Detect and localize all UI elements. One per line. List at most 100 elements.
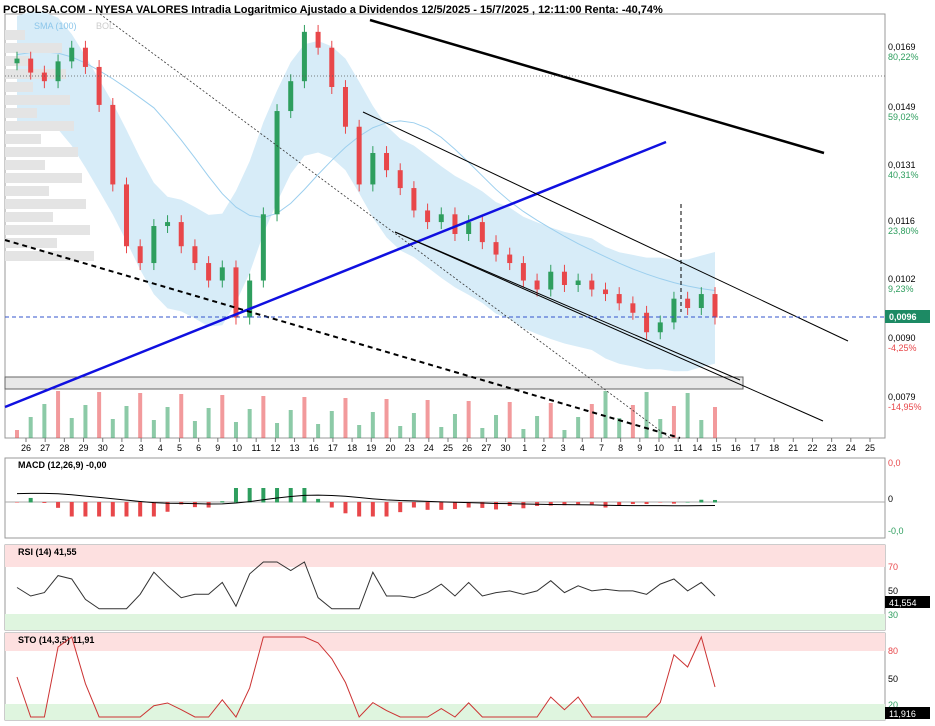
candle-body bbox=[356, 126, 362, 185]
volume-bar bbox=[83, 405, 88, 438]
macd-histogram-bar bbox=[110, 502, 115, 517]
pct-tick-label: -4,25% bbox=[888, 343, 917, 353]
volume-profile-bar bbox=[5, 134, 41, 144]
macd-histogram-bar bbox=[69, 502, 74, 517]
x-tick-label: 7 bbox=[599, 443, 604, 453]
pct-tick-label: 23,80% bbox=[888, 226, 919, 236]
volume-bar bbox=[699, 420, 704, 438]
candle-body bbox=[137, 246, 143, 264]
x-tick-label: 2 bbox=[541, 443, 546, 453]
candle-body bbox=[589, 280, 595, 290]
volume-bar bbox=[28, 417, 33, 438]
candle-body bbox=[685, 298, 691, 309]
rsi-tick-label: 70 bbox=[888, 562, 898, 572]
candle-body bbox=[96, 66, 102, 105]
macd-histogram-bar bbox=[247, 488, 252, 503]
macd-tick-label: -0,0 bbox=[888, 526, 904, 536]
pct-tick-label: 80,22% bbox=[888, 52, 919, 62]
macd-histogram-bar bbox=[685, 501, 690, 503]
x-tick-label: 26 bbox=[21, 443, 31, 453]
macd-histogram-bar bbox=[343, 502, 348, 514]
volume-bar bbox=[288, 410, 293, 438]
x-tick-label: 16 bbox=[309, 443, 319, 453]
volume-bar bbox=[206, 408, 211, 438]
candle-body bbox=[301, 31, 307, 82]
volume-bar bbox=[562, 430, 567, 438]
volume-bar bbox=[535, 416, 540, 438]
volume-profile-bar bbox=[5, 121, 74, 131]
x-tick-label: 12 bbox=[270, 443, 280, 453]
volume-bar bbox=[357, 425, 362, 438]
macd-histogram-bar bbox=[439, 502, 444, 510]
x-tick-label: 4 bbox=[580, 443, 585, 453]
candle-body bbox=[698, 294, 704, 309]
trendline-black-upper bbox=[369, 18, 825, 155]
x-tick-label: 11 bbox=[674, 443, 683, 453]
price-tick-label: 0,0090 bbox=[888, 333, 916, 343]
x-tick-label: 2 bbox=[119, 443, 124, 453]
sto-tick-label: 50 bbox=[888, 674, 898, 684]
macd-histogram-bar bbox=[630, 502, 635, 505]
volume-profile-bar bbox=[5, 160, 45, 170]
macd-histogram-bar bbox=[316, 498, 321, 503]
volume-bar bbox=[452, 414, 457, 438]
bol-legend: BOL bbox=[96, 21, 115, 31]
x-tick-label: 21 bbox=[788, 443, 798, 453]
macd-histogram-bar bbox=[357, 502, 362, 517]
candle-body bbox=[520, 263, 526, 281]
macd-histogram-bar bbox=[138, 502, 143, 517]
macd-histogram-bar bbox=[83, 502, 88, 517]
candle-body bbox=[438, 214, 444, 223]
macd-title: MACD (12,26,9) -0,00 bbox=[18, 460, 107, 470]
chart-title: PCBOLSA.COM - NYESA VALORES Intradia Log… bbox=[3, 4, 663, 16]
macd-histogram-bar bbox=[233, 488, 238, 503]
macd-histogram-bar bbox=[521, 502, 526, 509]
sto-tick-label: 80 bbox=[888, 646, 898, 656]
candle-body bbox=[288, 81, 294, 112]
x-tick-label: 16 bbox=[731, 443, 741, 453]
pct-tick-label: 59,02% bbox=[888, 112, 919, 122]
candle-body bbox=[28, 58, 34, 73]
candle-body bbox=[233, 267, 239, 318]
candle-body bbox=[425, 210, 431, 223]
volume-bar bbox=[425, 400, 430, 438]
candle-body bbox=[712, 294, 718, 318]
candle-body bbox=[14, 58, 20, 64]
rsi-title: RSI (14) 41,55 bbox=[18, 547, 77, 557]
volume-bar bbox=[658, 419, 663, 438]
macd-histogram-bar bbox=[97, 502, 102, 517]
macd-histogram-bar bbox=[220, 501, 225, 503]
volume-bar bbox=[329, 411, 334, 438]
candle-body bbox=[219, 267, 225, 281]
price-tick-label: 0,0131 bbox=[888, 160, 916, 170]
volume-bar bbox=[343, 398, 348, 438]
candle-body bbox=[178, 222, 184, 247]
volume-bar bbox=[713, 407, 717, 438]
volume-bar bbox=[56, 391, 61, 438]
candle-body bbox=[41, 72, 47, 82]
volume-profile-bar bbox=[5, 238, 57, 248]
volume-profile-bar bbox=[5, 82, 33, 92]
x-tick-label: 30 bbox=[501, 443, 511, 453]
macd-histogram-bar bbox=[329, 502, 334, 508]
volume-bar bbox=[630, 405, 635, 438]
candle-body bbox=[192, 246, 198, 264]
x-tick-label: 20 bbox=[385, 443, 395, 453]
macd-histogram-bar bbox=[713, 499, 717, 503]
x-tick-label: 29 bbox=[79, 443, 89, 453]
macd-histogram-bar bbox=[15, 502, 19, 503]
x-tick-label: 8 bbox=[618, 443, 623, 453]
volume-bar bbox=[603, 391, 608, 438]
x-tick-label: 9 bbox=[215, 443, 220, 453]
volume-bar bbox=[521, 429, 526, 438]
macd-line bbox=[16, 492, 716, 507]
x-tick-label: 22 bbox=[807, 443, 817, 453]
volume-profile-bar bbox=[5, 186, 49, 196]
sto-last-label: 11,916 bbox=[889, 709, 916, 719]
candle-body bbox=[452, 214, 458, 234]
candle-body bbox=[534, 280, 540, 290]
volume-bar bbox=[165, 407, 170, 438]
price-tick-label: 0,0116 bbox=[888, 216, 915, 226]
candle-body bbox=[82, 47, 88, 67]
macd-histogram-bar bbox=[206, 502, 211, 508]
